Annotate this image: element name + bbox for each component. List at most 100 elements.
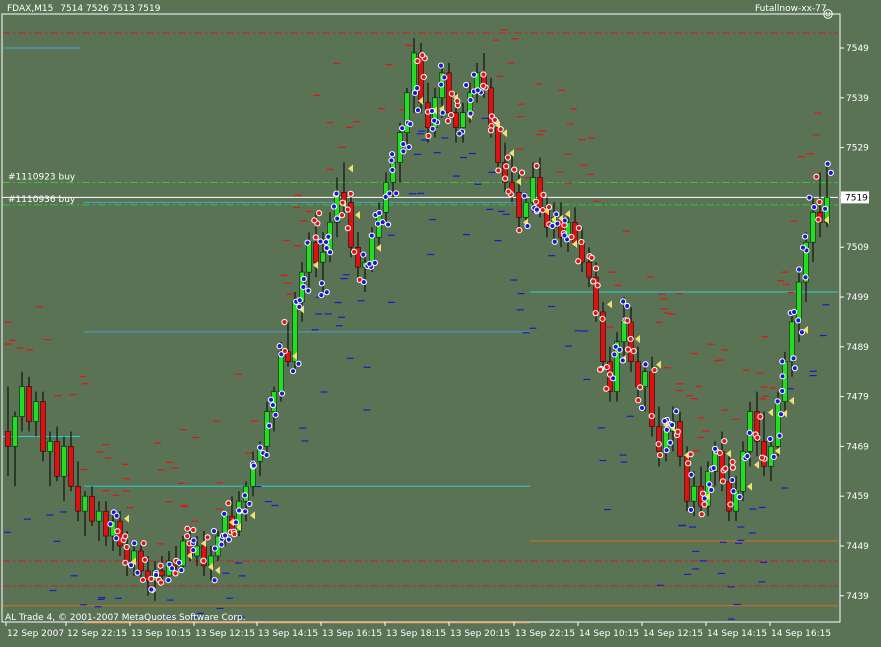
signal-dot: [504, 154, 512, 161]
signal-dot: [140, 540, 147, 547]
bull-candle-body: [369, 236, 375, 263]
signal-dot: [597, 366, 604, 373]
signal-dot: [157, 579, 165, 586]
signal-dot: [444, 117, 452, 125]
signal-dot: [168, 565, 176, 572]
signal-dot: [480, 82, 487, 89]
signal-dot: [399, 125, 406, 132]
x-tick-label: 14 Sep 10:15: [579, 629, 639, 639]
signal-dot: [502, 175, 509, 182]
signal-dot: [540, 191, 547, 198]
bear-candle-body: [761, 441, 767, 467]
signal-dot: [779, 387, 786, 395]
x-tick-label: 12 Sep 2007: [7, 629, 64, 639]
candle: [40, 391, 46, 462]
signal-dot: [438, 81, 445, 88]
signal-dot: [454, 97, 461, 105]
signal-dot: [710, 465, 717, 472]
signal-dot: [729, 476, 736, 484]
bear-candle-body: [453, 112, 459, 128]
signal-dot: [603, 363, 610, 371]
signal-dot: [487, 127, 495, 134]
signal-dot: [184, 533, 191, 540]
signal-dot: [721, 437, 728, 445]
signal-dot: [779, 373, 786, 380]
y-tick-label: 7469: [846, 442, 869, 452]
bull-candle-body: [61, 446, 67, 477]
signal-dot: [296, 303, 303, 310]
signal-dot: [719, 478, 727, 485]
signal-dot: [661, 417, 668, 425]
signal-dot: [393, 190, 400, 197]
bull-candle-body: [530, 177, 536, 203]
signal-dot: [431, 117, 438, 124]
signal-dot: [744, 452, 751, 460]
signal-dot: [317, 238, 324, 245]
signal-dot: [221, 510, 228, 517]
signal-dot: [152, 571, 160, 579]
signal-dot: [113, 535, 120, 542]
signal-dot: [699, 490, 707, 497]
signal-dot: [568, 233, 575, 241]
chart-header: FDAX,M15 7514 7526 7513 7519: [7, 4, 160, 14]
bear-candle-body: [159, 570, 165, 577]
signal-dot: [511, 166, 518, 173]
signal-dot: [165, 576, 172, 584]
signal-dot: [657, 451, 664, 459]
signal-dot: [339, 199, 346, 206]
signal-dot: [428, 107, 436, 115]
signal-dot: [304, 239, 311, 246]
signal-dot: [429, 125, 436, 132]
signal-dot: [539, 206, 546, 214]
signal-dot: [599, 315, 606, 322]
x-tick-label: 13 Sep 20:15: [450, 629, 510, 639]
signal-dot: [706, 481, 713, 488]
signal-dot: [148, 575, 155, 583]
signal-dot: [824, 160, 831, 167]
bear-candle-body: [586, 261, 592, 278]
bull-candle-body: [19, 386, 25, 417]
bear-candle-body: [40, 401, 46, 452]
signal-dot: [685, 460, 692, 467]
bear-candle-body: [635, 361, 641, 387]
signal-dot: [588, 254, 595, 261]
signal-dot: [791, 308, 798, 316]
signal-dot: [663, 447, 670, 454]
bull-candle-body: [264, 411, 270, 447]
signal-dot: [561, 217, 568, 224]
signal-dot: [190, 547, 197, 554]
signal-dot: [250, 462, 257, 469]
signal-dot: [648, 412, 655, 420]
signal-dot: [549, 222, 556, 230]
signal-dot: [295, 360, 302, 367]
signal-dot: [411, 89, 419, 97]
signal-dot: [366, 260, 373, 267]
signal-dot: [312, 234, 319, 241]
signal-dot: [708, 486, 715, 494]
signal-dot: [178, 567, 185, 574]
price-chart[interactable]: #1110923 buy #1110936 buy 7549 7539 7529 751…: [0, 0, 881, 643]
signal-dot: [480, 71, 487, 78]
signal-dot: [338, 212, 346, 219]
chart-window[interactable]: #1110923 buy #1110936 buy 7549 7539 7529 751…: [0, 0, 881, 643]
signal-dot: [315, 210, 323, 217]
y-tick-label: 7539: [846, 94, 869, 104]
signal-dot: [420, 73, 427, 81]
bear-candle-body: [516, 192, 522, 218]
signal-dot: [777, 411, 785, 418]
signal-dot: [624, 346, 632, 353]
signal-dot: [795, 317, 802, 324]
signal-dot: [474, 87, 481, 94]
signal-dot: [497, 126, 504, 133]
signal-dot: [779, 358, 786, 365]
signal-dot: [673, 408, 680, 415]
signal-dot: [225, 500, 232, 507]
bull-candle-body: [796, 281, 802, 323]
current-price-label: 7519: [845, 193, 868, 203]
signal-dot: [385, 221, 392, 228]
signal-dot: [790, 355, 797, 362]
signal-dot: [592, 310, 599, 317]
signal-dot: [827, 169, 834, 176]
smiley-face-icon[interactable]: [823, 4, 833, 19]
signal-dot: [425, 132, 432, 139]
